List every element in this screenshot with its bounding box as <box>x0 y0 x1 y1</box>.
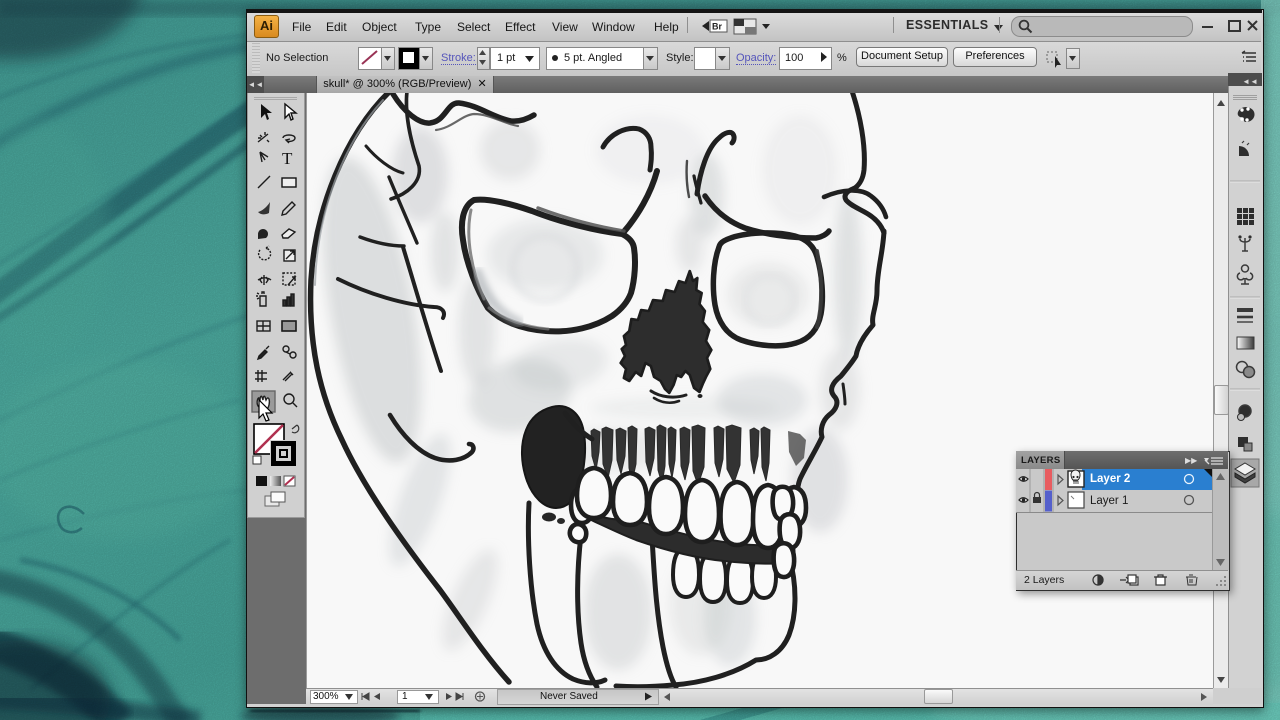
svg-text:Br: Br <box>712 22 722 32</box>
svg-text:T: T <box>282 149 293 168</box>
